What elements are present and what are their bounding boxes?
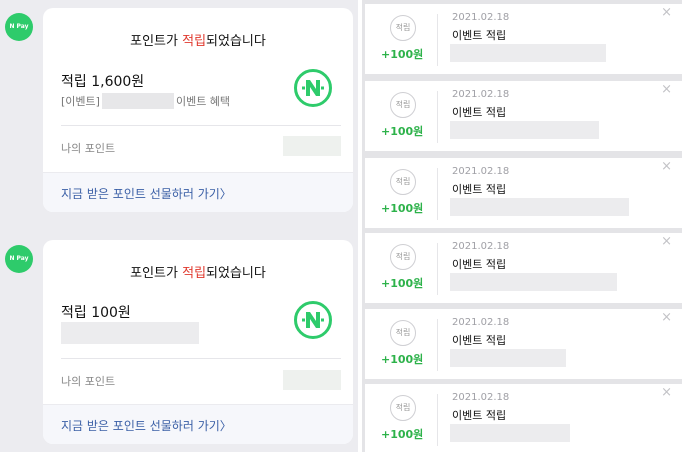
- close-icon[interactable]: ×: [661, 311, 672, 324]
- naver-pay-icon: N Pay: [5, 245, 33, 273]
- points-amount: +100원: [381, 428, 424, 441]
- points-amount: +100원: [381, 125, 424, 138]
- points-history-panel: 적립 +100원 2021.02.18 이벤트 적립 × 적립 +100원 20…: [362, 0, 682, 452]
- my-points-value-redacted: [283, 370, 341, 390]
- item-date: 2021.02.18: [452, 12, 510, 23]
- redacted-text: [450, 198, 629, 216]
- gift-link-area[interactable]: 지금 받은 포인트 선물하러 가기〉: [43, 172, 353, 212]
- redacted-text: [450, 44, 606, 62]
- points-amount: +100원: [381, 277, 424, 290]
- close-icon[interactable]: ×: [661, 6, 672, 19]
- points-list-item[interactable]: 적립 +100원 2021.02.18 이벤트 적립 ×: [365, 384, 682, 452]
- item-title: 이벤트 적립: [452, 334, 507, 347]
- chat-panel: N Pay 포인트가 적립되었습니다 적립 1,600원 [이벤트] 이벤트 혜…: [0, 0, 358, 452]
- naver-pay-icon: N Pay: [5, 13, 33, 41]
- close-icon[interactable]: ×: [661, 83, 672, 96]
- item-date: 2021.02.18: [452, 89, 510, 100]
- earn-stamp-icon: 적립: [390, 395, 416, 421]
- divider: [437, 319, 438, 371]
- notification-card: 포인트가 적립되었습니다 적립 100원 나의 포인트 지금 받은 포인트 선물…: [43, 240, 353, 444]
- gift-points-link[interactable]: 지금 받은 포인트 선물하러 가기〉: [61, 185, 232, 202]
- item-date: 2021.02.18: [452, 317, 510, 328]
- divider: [61, 358, 341, 359]
- divider: [61, 125, 341, 126]
- item-date: 2021.02.18: [452, 241, 510, 252]
- points-list-item[interactable]: 적립 +100원 2021.02.18 이벤트 적립 ×: [365, 158, 682, 228]
- close-icon[interactable]: ×: [661, 160, 672, 173]
- close-icon[interactable]: ×: [661, 386, 672, 399]
- earned-amount: 적립 100원: [61, 305, 131, 321]
- notification-title: 포인트가 적립되었습니다: [130, 266, 266, 281]
- earn-stamp-icon: 적립: [390, 15, 416, 41]
- redacted-text: [450, 349, 566, 367]
- gift-link-area[interactable]: 지금 받은 포인트 선물하러 가기〉: [43, 404, 353, 444]
- close-icon[interactable]: ×: [661, 235, 672, 248]
- divider: [437, 14, 438, 66]
- my-points-label: 나의 포인트: [61, 375, 116, 388]
- naver-n-icon: [294, 301, 332, 339]
- earned-amount: 적립 1,600원: [61, 74, 145, 90]
- my-points-label: 나의 포인트: [61, 142, 116, 155]
- divider: [437, 394, 438, 446]
- title-highlight: 적립: [182, 266, 207, 281]
- naver-n-icon: [294, 69, 332, 107]
- points-list-item[interactable]: 적립 +100원 2021.02.18 이벤트 적립 ×: [365, 233, 682, 303]
- points-amount: +100원: [381, 353, 424, 366]
- redacted-text: [450, 424, 570, 442]
- points-list-item[interactable]: 적립 +100원 2021.02.18 이벤트 적립 ×: [365, 4, 682, 74]
- redacted-text: [450, 121, 599, 139]
- gift-points-link[interactable]: 지금 받은 포인트 선물하러 가기〉: [61, 417, 232, 434]
- item-title: 이벤트 적립: [452, 183, 507, 196]
- divider: [437, 91, 438, 143]
- divider: [437, 243, 438, 295]
- redacted-text: [101, 93, 174, 109]
- item-title: 이벤트 적립: [452, 258, 507, 271]
- points-list-item[interactable]: 적립 +100원 2021.02.18 이벤트 적립 ×: [365, 81, 682, 151]
- earn-stamp-icon: 적립: [390, 169, 416, 195]
- item-title: 이벤트 적립: [452, 29, 507, 42]
- my-points-value-redacted: [283, 136, 341, 156]
- event-description: [이벤트] 이벤트 혜택: [61, 93, 231, 109]
- divider: [437, 168, 438, 220]
- item-date: 2021.02.18: [452, 166, 510, 177]
- points-list-item[interactable]: 적립 +100원 2021.02.18 이벤트 적립 ×: [365, 309, 682, 379]
- points-amount: +100원: [381, 202, 424, 215]
- notification-card: 포인트가 적립되었습니다 적립 1,600원 [이벤트] 이벤트 혜택 나의 포…: [43, 8, 353, 212]
- notification-title: 포인트가 적립되었습니다: [130, 34, 266, 49]
- redacted-text: [450, 273, 617, 291]
- title-highlight: 적립: [182, 34, 207, 49]
- points-amount: +100원: [381, 48, 424, 61]
- redacted-text: [61, 322, 199, 344]
- item-title: 이벤트 적립: [452, 409, 507, 422]
- earn-stamp-icon: 적립: [390, 320, 416, 346]
- item-date: 2021.02.18: [452, 392, 510, 403]
- earn-stamp-icon: 적립: [390, 92, 416, 118]
- earn-stamp-icon: 적립: [390, 244, 416, 270]
- item-title: 이벤트 적립: [452, 106, 507, 119]
